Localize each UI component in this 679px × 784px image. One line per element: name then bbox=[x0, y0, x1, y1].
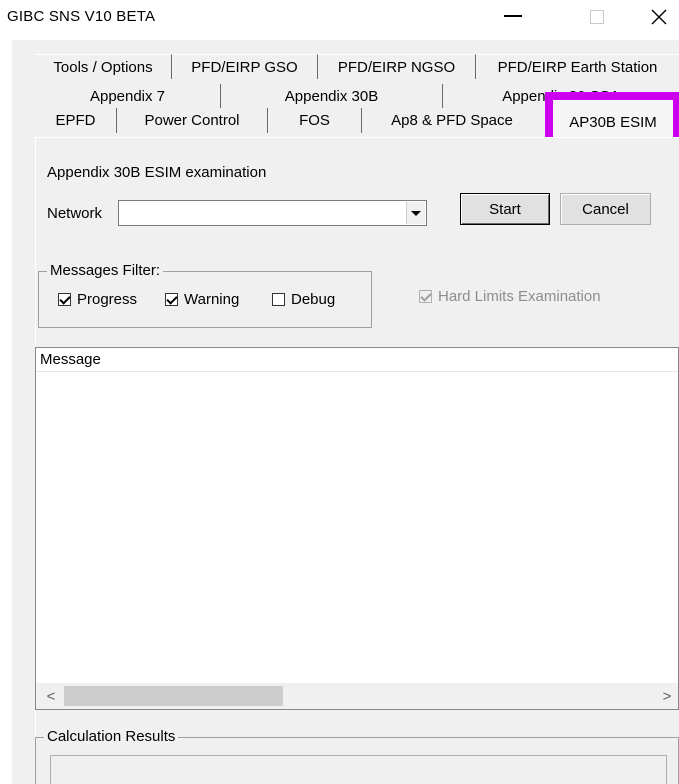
message-list-header: Message bbox=[37, 349, 678, 372]
start-button[interactable]: Start bbox=[460, 193, 550, 225]
client-edge bbox=[0, 40, 12, 784]
calculation-results-title: Calculation Results bbox=[44, 728, 179, 745]
dropdown-arrow-button[interactable] bbox=[406, 202, 425, 224]
tab-pfd-eirp-ngso[interactable]: PFD/EIRP NGSO bbox=[318, 54, 476, 79]
hard-limits-checkbox bbox=[419, 290, 432, 303]
tab-ap8-pfd-space[interactable]: Ap8 & PFD Space bbox=[362, 108, 542, 133]
window-title: GIBC SNS V10 BETA bbox=[7, 8, 156, 25]
progress-checkbox-row[interactable]: Progress bbox=[58, 291, 137, 308]
horizontal-scrollbar[interactable]: < > bbox=[36, 683, 678, 709]
column-header-message[interactable]: Message bbox=[37, 349, 679, 371]
hard-limits-label: Hard Limits Examination bbox=[438, 288, 601, 305]
tab-ap30b-esim-label: AP30B ESIM bbox=[569, 113, 657, 131]
network-label: Network bbox=[47, 205, 103, 222]
tab-row-1: Tools / Options PFD/EIRP GSO PFD/EIRP NG… bbox=[35, 54, 679, 79]
chevron-right-icon: > bbox=[662, 687, 672, 705]
checkmark-icon bbox=[59, 293, 71, 305]
minimize-icon bbox=[504, 15, 522, 17]
chevron-down-icon bbox=[411, 210, 421, 216]
warning-checkbox[interactable] bbox=[165, 293, 178, 306]
app-window: GIBC SNS V10 BETA Tools / Options PFD/EI… bbox=[0, 0, 679, 784]
tab-fos[interactable]: FOS bbox=[268, 108, 362, 133]
debug-checkbox[interactable] bbox=[272, 293, 285, 306]
tab-pfd-eirp-gso[interactable]: PFD/EIRP GSO bbox=[172, 54, 318, 79]
cancel-button[interactable]: Cancel bbox=[560, 193, 651, 225]
checkmark-icon bbox=[166, 293, 178, 305]
network-dropdown[interactable] bbox=[118, 200, 427, 226]
progress-label: Progress bbox=[77, 291, 138, 308]
warning-label: Warning bbox=[184, 291, 240, 308]
scrollbar-thumb[interactable] bbox=[64, 686, 283, 706]
title-bar[interactable]: GIBC SNS V10 BETA bbox=[0, 0, 679, 34]
chevron-left-icon: < bbox=[46, 687, 56, 705]
progress-checkbox[interactable] bbox=[58, 293, 71, 306]
close-icon bbox=[651, 9, 667, 25]
maximize-icon bbox=[590, 10, 604, 24]
hard-limits-checkbox-row: Hard Limits Examination bbox=[419, 288, 601, 305]
examination-heading: Appendix 30B ESIM examination bbox=[47, 164, 267, 181]
tab-pfd-eirp-earth-station[interactable]: PFD/EIRP Earth Station bbox=[476, 54, 679, 79]
calculation-results-field[interactable] bbox=[50, 755, 667, 784]
scroll-left-button[interactable]: < bbox=[40, 683, 62, 709]
tab-appendix-30b[interactable]: Appendix 30B bbox=[221, 84, 443, 109]
maximize-button[interactable] bbox=[574, 0, 620, 34]
debug-label: Debug bbox=[291, 291, 336, 308]
message-list[interactable]: Message bbox=[35, 347, 679, 710]
debug-checkbox-row[interactable]: Debug bbox=[272, 291, 335, 308]
tab-epfd[interactable]: EPFD bbox=[35, 108, 117, 133]
scroll-right-button[interactable]: > bbox=[656, 683, 678, 709]
tab-appendix-7[interactable]: Appendix 7 bbox=[35, 84, 221, 109]
close-button[interactable] bbox=[636, 0, 679, 34]
tab-tools-options[interactable]: Tools / Options bbox=[35, 54, 172, 79]
tab-power-control[interactable]: Power Control bbox=[117, 108, 268, 133]
warning-checkbox-row[interactable]: Warning bbox=[165, 291, 239, 308]
checkmark-icon bbox=[420, 290, 432, 302]
minimize-button[interactable] bbox=[490, 0, 536, 34]
messages-filter-title: Messages Filter: bbox=[47, 262, 164, 279]
